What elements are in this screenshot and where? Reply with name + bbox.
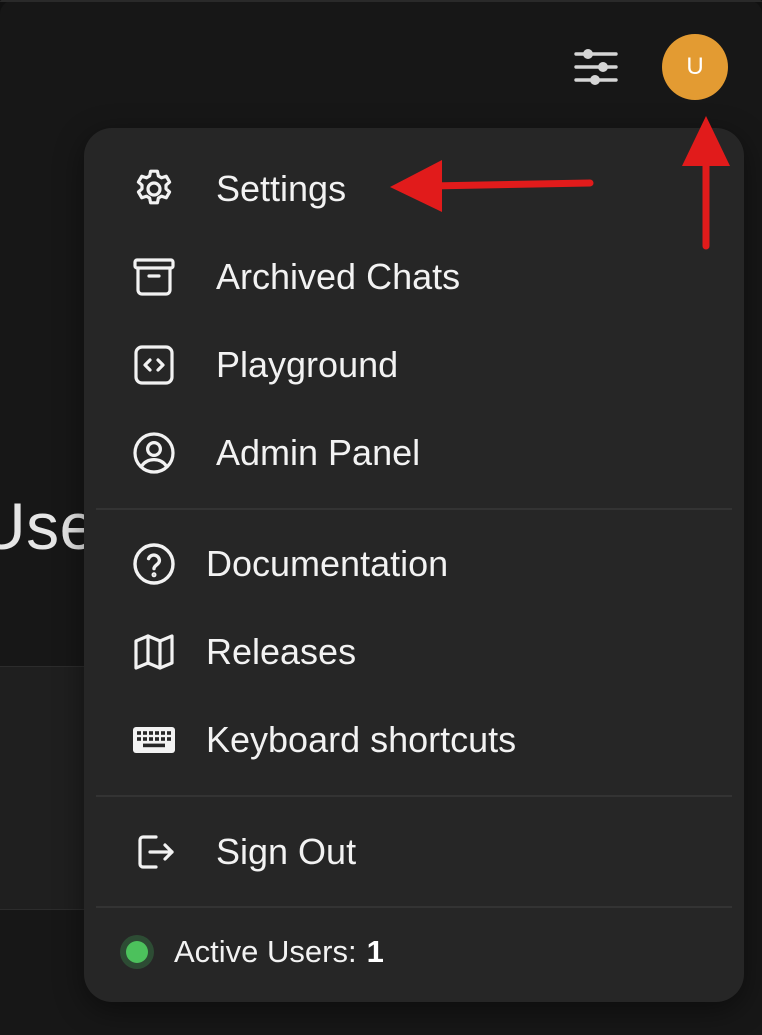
menu-item-archived-chats[interactable]: Archived Chats [96, 238, 732, 316]
active-users-label: Active Users: [174, 934, 357, 969]
archive-box-icon [130, 253, 178, 301]
menu-item-label: Sign Out [216, 831, 357, 872]
menu-item-label: Archived Chats [216, 256, 461, 297]
code-bracket-square-icon [130, 341, 178, 389]
user-dropdown-menu: Settings Archived Chats Playground Admin… [84, 128, 744, 1002]
app-window: Use U Settings Archived Chats Playground… [0, 0, 762, 1035]
menu-item-keyboard-shortcuts[interactable]: Keyboard shortcuts [96, 701, 732, 779]
menu-item-label: Keyboard shortcuts [206, 719, 517, 760]
menu-item-playground[interactable]: Playground [96, 326, 732, 404]
online-status-dot [126, 941, 148, 963]
menu-divider [96, 795, 732, 797]
menu-item-label: Admin Panel [216, 432, 421, 473]
menu-item-admin-panel[interactable]: Admin Panel [96, 414, 732, 492]
menu-item-label: Playground [216, 344, 399, 385]
user-avatar-button[interactable]: U [662, 34, 728, 100]
user-circle-icon [130, 429, 178, 477]
menu-divider [96, 906, 732, 908]
active-users-count: 1 [366, 934, 384, 969]
menu-item-releases[interactable]: Releases [96, 613, 732, 691]
active-users-indicator: Active Users: 1 [120, 928, 384, 976]
menu-item-label: Settings [216, 168, 347, 209]
sign-out-icon [130, 828, 178, 876]
keyboard-icon [130, 716, 178, 764]
window-top-border [0, 0, 762, 2]
question-circle-icon [130, 540, 178, 588]
map-icon [130, 628, 178, 676]
controls-button[interactable] [572, 44, 620, 90]
menu-divider [96, 508, 732, 510]
sliders-icon [574, 49, 618, 85]
avatar-initial: U [686, 53, 704, 80]
menu-item-label: Releases [206, 631, 357, 672]
menu-item-settings[interactable]: Settings [96, 150, 732, 228]
menu-item-sign-out[interactable]: Sign Out [96, 813, 732, 891]
menu-item-label: Documentation [206, 543, 449, 584]
menu-item-documentation[interactable]: Documentation [96, 525, 732, 603]
gear-icon [130, 165, 178, 213]
background-heading: Use [0, 489, 97, 563]
